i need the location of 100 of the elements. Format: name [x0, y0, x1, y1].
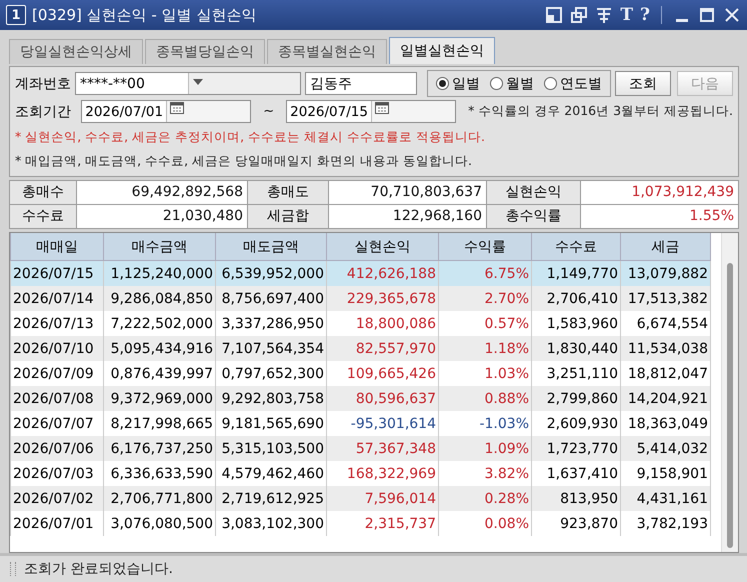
field-label: 조회기간: [15, 102, 72, 120]
table-cell: 2026/07/14: [10, 286, 104, 311]
table-cell: 1.18%: [438, 336, 532, 361]
table-cell: 9,372,969,000: [104, 386, 216, 411]
warning-text: * 실현손익, 수수료, 세금은 추정치이며, 수수료는 체결시 수수료률로 적용됩니다.: [15, 129, 485, 146]
window-number-badge: 1: [6, 5, 26, 25]
layout-icon[interactable]: [545, 6, 564, 24]
summary-value: 1.55%: [581, 205, 738, 228]
table-cell: 3,083,102,300: [216, 511, 326, 536]
table-cell: 9,292,803,758: [216, 386, 326, 411]
table-cell: 7,596,014: [326, 486, 438, 511]
summary-label: 실현손익: [487, 181, 580, 204]
table-cell: 57,367,348: [326, 436, 438, 461]
table-row[interactable]: 2026/07/08 9,372,969,000 9,292,803,758 80,596,637 0.88% 2,799,860 14,204,921: [10, 386, 710, 411]
table-cell: 2026/07/15: [10, 260, 104, 286]
table-cell: 7,107,564,354: [216, 336, 326, 361]
table-cell: 1,723,770: [532, 436, 620, 461]
table-cell: 229,365,678: [326, 286, 438, 311]
table-cell: 11,534,038: [620, 336, 710, 361]
table-cell: 0.88%: [438, 386, 532, 411]
column-header[interactable]: 매매일: [10, 233, 104, 260]
summary-label: 총매도: [248, 181, 328, 204]
column-header[interactable]: 수수료: [532, 233, 620, 260]
table-cell: 0.28%: [438, 486, 532, 511]
table-cell: 2026/07/02: [10, 486, 104, 511]
account-dropdown[interactable]: ****-**00: [75, 72, 301, 95]
column-header[interactable]: 세금: [620, 233, 710, 260]
column-header[interactable]: 수익률: [438, 233, 532, 260]
table-cell: 2,719,612,925: [216, 486, 326, 511]
table-cell: 4,431,161: [620, 486, 710, 511]
table-cell: 5,095,434,916: [104, 336, 216, 361]
table-cell: 2026/07/01: [10, 511, 104, 536]
table-cell: 2,315,737: [326, 511, 438, 536]
table-cell: 2,799,860: [532, 386, 620, 411]
period-radio[interactable]: 일별: [436, 74, 480, 92]
end-date-field[interactable]: 2026/07/15: [286, 100, 456, 123]
calendar-icon[interactable]: [170, 101, 184, 114]
summary-value: 122,968,160: [329, 205, 486, 228]
start-date-field[interactable]: 2026/07/01: [81, 100, 252, 123]
help-icon[interactable]: ?: [640, 5, 650, 25]
summary-value: 1,073,912,439: [581, 181, 738, 204]
name-field[interactable]: 김동주: [305, 72, 417, 95]
table-cell: 17,513,382: [620, 286, 710, 311]
summary-label: 총매수: [10, 181, 76, 204]
search-button[interactable]: 조회: [615, 71, 671, 96]
font-icon[interactable]: T: [620, 5, 634, 25]
table-row[interactable]: 2026/07/06 6,176,737,250 5,315,103,500 57,367,348 1.09% 1,723,770 5,414,032: [10, 436, 710, 461]
tab[interactable]: 당일실현손익상세: [9, 39, 143, 64]
table-cell: 5,414,032: [620, 436, 710, 461]
scrollbar[interactable]: [721, 233, 738, 552]
table-cell: 1,125,240,000: [104, 260, 216, 286]
table-cell: 2026/07/06: [10, 436, 104, 461]
close-icon[interactable]: [723, 6, 741, 24]
table-cell: 1,830,440: [532, 336, 620, 361]
table-cell: 3,076,080,500: [104, 511, 216, 536]
table-cell: 2,706,771,800: [104, 486, 216, 511]
table-row[interactable]: 2026/07/10 5,095,434,916 7,107,564,354 82,557,970 1.18% 1,830,440 11,534,038: [10, 336, 710, 361]
table-cell: 923,870: [532, 511, 620, 536]
tab[interactable]: 종목별실현손익: [267, 39, 387, 64]
table-row[interactable]: 2026/07/15 1,125,240,000 6,539,952,000 412,626,188 6.75% 1,149,770 13,079,882: [10, 260, 710, 286]
table-row[interactable]: 2026/07/01 3,076,080,500 3,083,102,300 2,315,737 0.08% 923,870 3,782,193: [10, 511, 710, 536]
notice-text: * 수익률의 경우 2016년 3월부터 제공됩니다.: [468, 103, 733, 120]
summary-value: 69,492,892,568: [77, 181, 247, 204]
summary-value: 70,710,803,637: [329, 181, 486, 204]
copy-window-icon[interactable]: [570, 6, 588, 24]
table-cell: 80,596,637: [326, 386, 438, 411]
table-cell: 6,539,952,000: [216, 260, 326, 286]
table-cell: 9,286,084,850: [104, 286, 216, 311]
column-header[interactable]: 매수금액: [104, 233, 216, 260]
caret-icon[interactable]: [193, 79, 203, 85]
table-row[interactable]: 2026/07/14 9,286,084,850 8,756,697,400 229,365,678 2.70% 2,706,410 17,513,382: [10, 286, 710, 311]
summary-label: 총수익률: [487, 205, 580, 228]
summary-label: 수수료: [10, 205, 76, 228]
table-cell: 2,706,410: [532, 286, 620, 311]
table-cell: 2026/07/08: [10, 386, 104, 411]
table-cell: 8,756,697,400: [216, 286, 326, 311]
table-row[interactable]: 2026/07/02 2,706,771,800 2,719,612,925 7,596,014 0.28% 813,950 4,431,161: [10, 486, 710, 511]
status-message: 조회가 완료되었습니다.: [24, 560, 173, 578]
table-cell: 3,782,193: [620, 511, 710, 536]
tab[interactable]: 종목별당일손익: [145, 39, 265, 64]
notice-text: * 매입금액, 매도금액, 수수료, 세금은 당일매매일지 화면의 내용과 동일합니다.: [15, 153, 472, 170]
window-title: [0329] 실현손익 - 일별 실현손익: [32, 6, 258, 24]
summary-value: 21,030,480: [77, 205, 247, 228]
column-header[interactable]: 매도금액: [216, 233, 326, 260]
table-cell: 5,315,103,500: [216, 436, 326, 461]
table-cell: 1,149,770: [532, 260, 620, 286]
table-cell: 6.75%: [438, 260, 532, 286]
period-radio[interactable]: 월별: [490, 74, 534, 92]
field-label: 계좌번호: [15, 74, 71, 92]
table-cell: 813,950: [532, 486, 620, 511]
maximize-icon[interactable]: [698, 6, 716, 24]
period-radio[interactable]: 연도별: [544, 74, 602, 92]
table-cell: 82,557,970: [326, 336, 438, 361]
range-separator: ~: [263, 104, 274, 119]
table-cell: 6,176,737,250: [104, 436, 216, 461]
calendar-icon[interactable]: [375, 101, 390, 114]
table-cell: 412,626,188: [326, 260, 438, 286]
tab[interactable]: 일별실현손익: [389, 37, 495, 64]
table-cell: 2.70%: [438, 286, 532, 311]
column-header[interactable]: 실현손익: [326, 233, 438, 260]
